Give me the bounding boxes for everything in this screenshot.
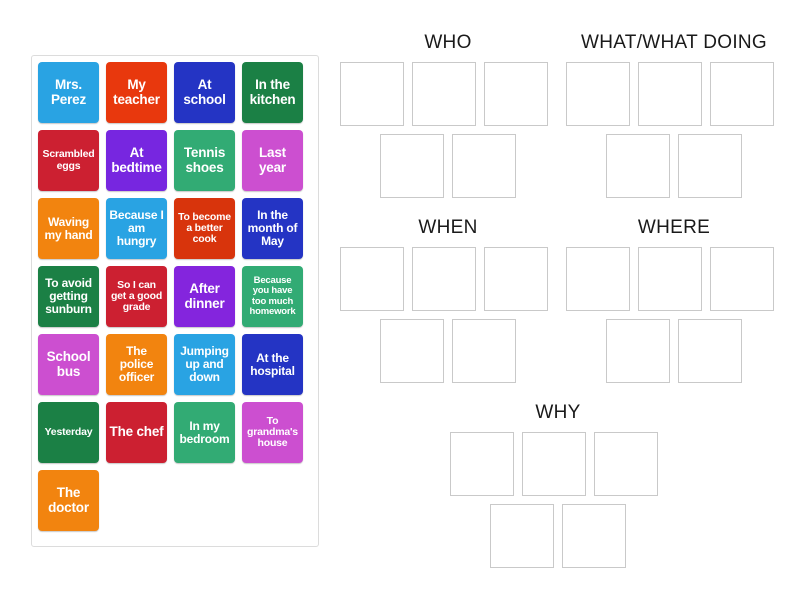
word-tile[interactable]: In the month of May: [242, 198, 303, 259]
word-tile[interactable]: Last year: [242, 130, 303, 191]
word-tile-tray[interactable]: Mrs. Perez My teacher At school In the kitc…: [31, 55, 319, 547]
word-tile[interactable]: To grandma's house: [242, 402, 303, 463]
category-title-what: WHAT/WHAT DOING: [580, 32, 768, 53]
category-group-where: WHERE: [566, 217, 782, 383]
category-group-what: WHAT/WHAT DOING: [566, 32, 782, 198]
drop-slot[interactable]: [484, 247, 548, 311]
category-title-who: WHO: [424, 32, 472, 53]
word-tile[interactable]: At the hospital: [242, 334, 303, 395]
drop-slot[interactable]: [594, 432, 658, 496]
drop-slot[interactable]: [340, 62, 404, 126]
slot-row-top-what: [566, 62, 782, 126]
category-title-when: WHEN: [418, 217, 478, 238]
drop-slot[interactable]: [606, 319, 670, 383]
word-tile[interactable]: In my bedroom: [174, 402, 235, 463]
drop-slot[interactable]: [450, 432, 514, 496]
slot-row-top-why: [450, 432, 666, 496]
word-tile[interactable]: Tennis shoes: [174, 130, 235, 191]
drop-slot[interactable]: [606, 134, 670, 198]
word-tile[interactable]: Yesterday: [38, 402, 99, 463]
word-tile[interactable]: At bedtime: [106, 130, 167, 191]
slot-row-bottom-what: [566, 134, 782, 198]
drop-slot[interactable]: [380, 134, 444, 198]
word-tile[interactable]: Jumping up and down: [174, 334, 235, 395]
word-tile[interactable]: Because I am hungry: [106, 198, 167, 259]
drop-slot[interactable]: [412, 247, 476, 311]
word-tile[interactable]: In the kitchen: [242, 62, 303, 123]
word-tile[interactable]: To avoid getting sunburn: [38, 266, 99, 327]
slot-row-bottom-when: [340, 319, 556, 383]
category-title-where: WHERE: [637, 217, 711, 238]
drop-slot[interactable]: [710, 62, 774, 126]
drop-slot[interactable]: [566, 247, 630, 311]
slot-row-top-where: [566, 247, 782, 311]
word-tile[interactable]: So I can get a good grade: [106, 266, 167, 327]
drop-slot[interactable]: [562, 504, 626, 568]
category-group-when: WHEN: [340, 217, 556, 383]
word-tile[interactable]: School bus: [38, 334, 99, 395]
slot-row-top-who: [340, 62, 556, 126]
word-tile[interactable]: At school: [174, 62, 235, 123]
word-tile[interactable]: After dinner: [174, 266, 235, 327]
slot-row-bottom-where: [566, 319, 782, 383]
word-tile[interactable]: My teacher: [106, 62, 167, 123]
drop-slot[interactable]: [678, 134, 742, 198]
drop-slot[interactable]: [412, 62, 476, 126]
word-tile[interactable]: Mrs. Perez: [38, 62, 99, 123]
drop-slot[interactable]: [710, 247, 774, 311]
word-tile[interactable]: Waving my hand: [38, 198, 99, 259]
word-tile[interactable]: The police officer: [106, 334, 167, 395]
drop-slot[interactable]: [452, 134, 516, 198]
drop-slot[interactable]: [678, 319, 742, 383]
word-tile[interactable]: The doctor: [38, 470, 99, 531]
drop-slot[interactable]: [340, 247, 404, 311]
drop-slot[interactable]: [452, 319, 516, 383]
category-group-why: WHY: [450, 402, 666, 568]
category-title-why: WHY: [535, 402, 581, 423]
drop-slot[interactable]: [638, 62, 702, 126]
slot-row-bottom-why: [450, 504, 666, 568]
word-tile[interactable]: Scrambled eggs: [38, 130, 99, 191]
slot-row-top-when: [340, 247, 556, 311]
word-tile-grid: Mrs. Perez My teacher At school In the kitc…: [38, 62, 312, 531]
drop-slot[interactable]: [380, 319, 444, 383]
drop-slot[interactable]: [490, 504, 554, 568]
slot-row-bottom-who: [340, 134, 556, 198]
category-group-who: WHO: [340, 32, 556, 198]
word-tile[interactable]: The chef: [106, 402, 167, 463]
word-tile[interactable]: Because you have too much homework: [242, 266, 303, 327]
drop-slot[interactable]: [522, 432, 586, 496]
drop-slot[interactable]: [638, 247, 702, 311]
drop-slot[interactable]: [566, 62, 630, 126]
word-tile[interactable]: To become a better cook: [174, 198, 235, 259]
drop-slot[interactable]: [484, 62, 548, 126]
